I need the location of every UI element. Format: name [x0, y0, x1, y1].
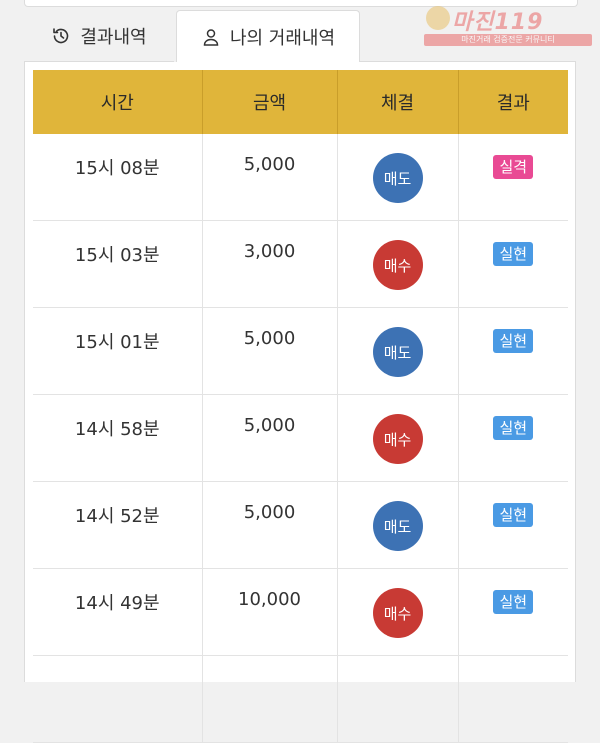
sell-badge: 매도 [372, 153, 423, 203]
tab-bar: 결과내역 나의 거래내역 [24, 10, 576, 62]
cell-time: 15시 08분 [33, 134, 203, 221]
trade-history-panel: 시간 금액 체결 결과 15시 08분 5,000 매도 실격 15시 03분 … [24, 62, 576, 743]
cell-result: 실현 [458, 394, 568, 482]
trade-table: 시간 금액 체결 결과 15시 08분 5,000 매도 실격 15시 03분 … [33, 70, 568, 743]
tab-results-label: 결과내역 [80, 26, 147, 48]
sell-badge: 매도 [372, 501, 423, 551]
cell-amount: 5,000 [202, 307, 338, 395]
cell-result: 실현 [458, 481, 568, 569]
tab-my-trades[interactable]: 나의 거래내역 [176, 10, 360, 62]
header-side: 체결 [337, 70, 459, 134]
buy-badge: 매수 [372, 588, 423, 638]
cell-amount: 5,000 [202, 481, 338, 569]
table-row: 14시 52분 5,000 매도 실현 [33, 481, 568, 569]
tab-bar-filler [360, 10, 576, 62]
user-icon [201, 27, 221, 47]
cell-amount: 5,000 [202, 394, 338, 482]
cell-side: 매수 [337, 394, 459, 482]
table-row: 14시 49분 10,000 매수 실현 [33, 568, 568, 656]
buy-badge: 매수 [372, 414, 423, 464]
table-row: 15시 08분 5,000 매도 실격 [33, 134, 568, 221]
cell-time: 14시 49분 [33, 568, 203, 656]
result-tag: 실현 [493, 416, 534, 440]
cell-side: 매도 [337, 307, 459, 395]
result-tag: 실현 [493, 503, 534, 527]
cell-time: 14시 52분 [33, 481, 203, 569]
cell-side: 매도 [337, 134, 459, 221]
header-result: 결과 [458, 70, 568, 134]
header-amount: 금액 [202, 70, 338, 134]
table-row: 14시 58분 5,000 매수 실현 [33, 394, 568, 482]
cell-side: 매도 [337, 481, 459, 569]
cell-time: 15시 01분 [33, 307, 203, 395]
tab-results[interactable]: 결과내역 [24, 10, 174, 62]
cell-amount: 3,000 [202, 220, 338, 308]
header-time: 시간 [33, 70, 203, 134]
result-tag: 실현 [493, 242, 534, 266]
tab-my-trades-label: 나의 거래내역 [229, 27, 336, 49]
table-header-row: 시간 금액 체결 결과 [33, 70, 568, 134]
result-tag: 실현 [493, 590, 534, 614]
cell-result: 실현 [458, 307, 568, 395]
result-tag: 실현 [493, 329, 534, 353]
cell-side: 매수 [337, 220, 459, 308]
top-card-edge [24, 0, 578, 7]
table-row: 15시 01분 5,000 매도 실현 [33, 307, 568, 395]
cell-side: 매수 [337, 568, 459, 656]
cell-result: 실격 [458, 134, 568, 221]
cell-time: 15시 03분 [33, 220, 203, 308]
history-icon [51, 26, 71, 46]
cell-amount: 10,000 [202, 568, 338, 656]
table-row: 15시 03분 3,000 매수 실현 [33, 220, 568, 308]
cell-amount: 5,000 [202, 134, 338, 221]
buy-badge: 매수 [372, 240, 423, 290]
result-tag: 실격 [493, 155, 534, 179]
sell-badge: 매도 [372, 327, 423, 377]
cell-time: 14시 58분 [33, 394, 203, 482]
cell-result: 실현 [458, 220, 568, 308]
cell-result: 실현 [458, 568, 568, 656]
